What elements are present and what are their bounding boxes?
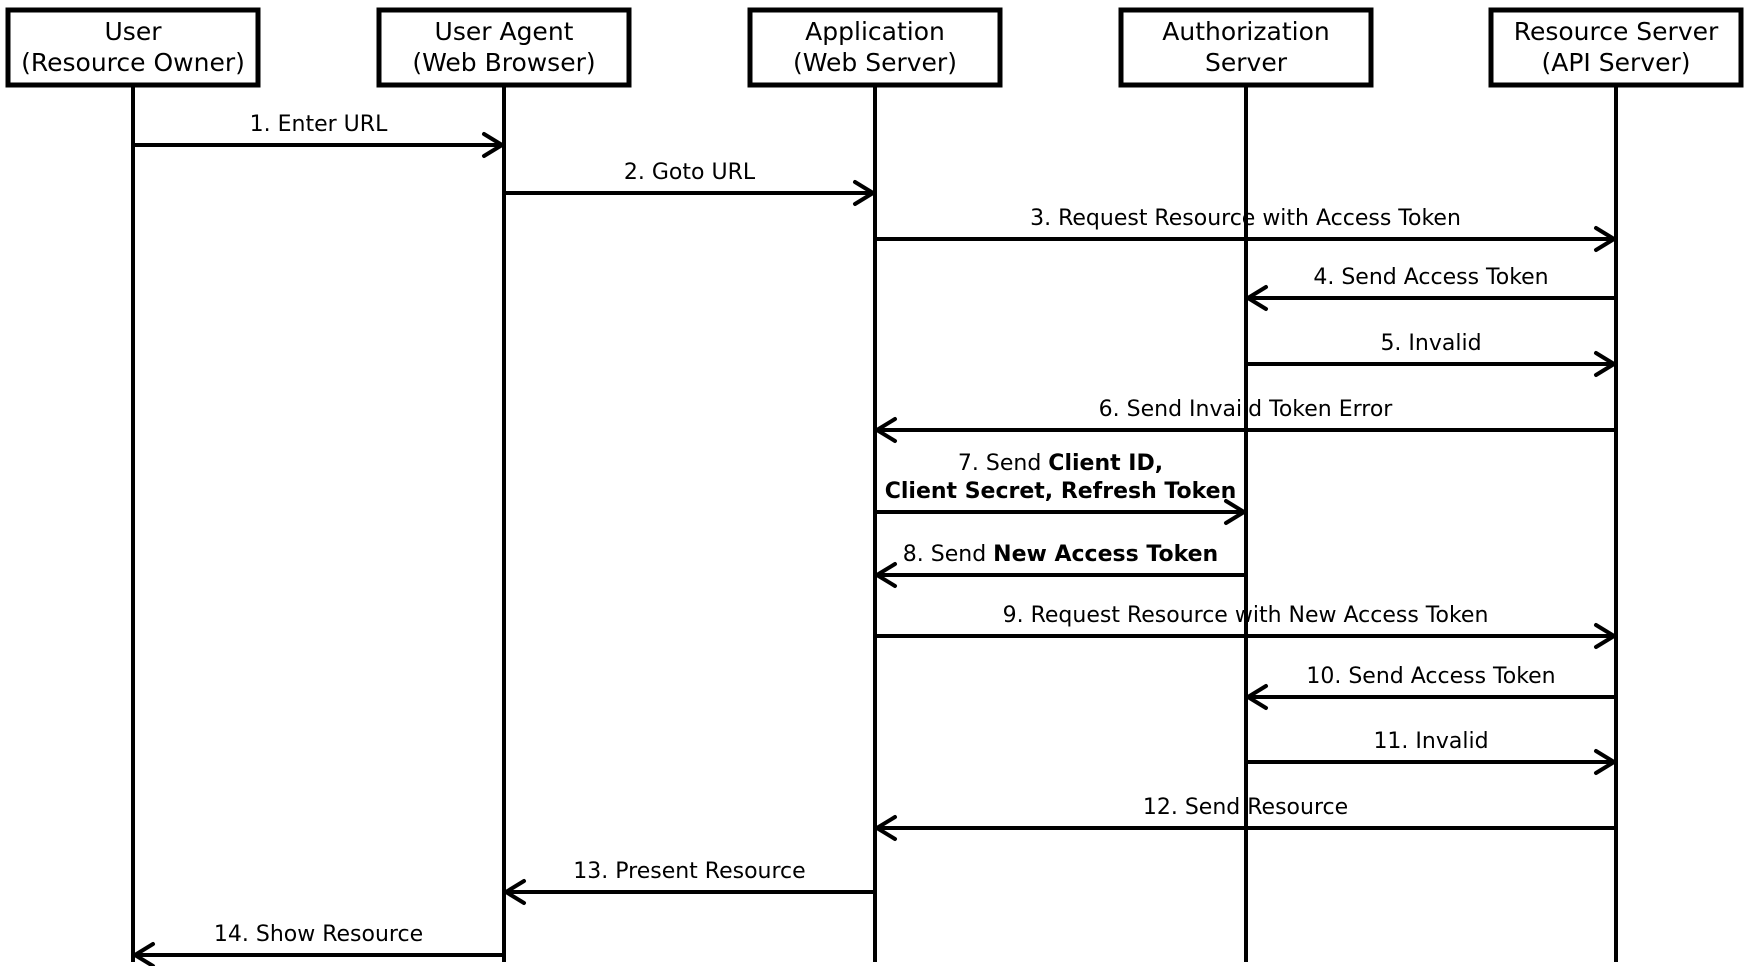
- participant-subtitle: (Web Browser): [412, 48, 595, 77]
- participant-user: User(Resource Owner): [5, 7, 261, 962]
- sequence-diagram: User(Resource Owner) User Agent(Web Brows…: [5, 7, 1744, 966]
- message-label-text: 14. Show Resource: [214, 922, 423, 947]
- participant-name: User Agent: [435, 17, 574, 46]
- message-14: 14. Show Resource: [133, 922, 504, 966]
- message-label: 2. Goto URL: [624, 160, 756, 185]
- message-4: 4. Send Access Token: [1246, 265, 1616, 311]
- message-13: 13. Present Resource: [504, 859, 875, 905]
- message-label-bold: Client Secret, Refresh Token: [885, 479, 1237, 504]
- message-label-text: 9. Request Resource with New Access Toke…: [1003, 603, 1489, 628]
- message-label: 11. Invalid: [1373, 729, 1488, 754]
- message-label: 10. Send Access Token: [1306, 664, 1555, 689]
- message-5: 5. Invalid: [1246, 331, 1616, 377]
- participant-subtitle: (API Server): [1542, 48, 1691, 77]
- participant-name: Authorization: [1162, 17, 1329, 46]
- message-label: 8. Send New Access Token: [903, 542, 1218, 567]
- message-label: 7. Send Client ID,: [958, 451, 1163, 476]
- message-label: Client Secret, Refresh Token: [885, 479, 1237, 504]
- message-2: 2. Goto URL: [504, 160, 875, 206]
- participant-subtitle: (Resource Owner): [21, 48, 245, 77]
- message-label-text: 6. Send Invaild Token Error: [1099, 397, 1394, 422]
- message-label: 3. Request Resource with Access Token: [1030, 206, 1461, 231]
- message-label: 14. Show Resource: [214, 922, 423, 947]
- message-label-text: 5. Invalid: [1380, 331, 1481, 356]
- message-label-text: 10. Send Access Token: [1306, 664, 1555, 689]
- message-label: 6. Send Invaild Token Error: [1099, 397, 1394, 422]
- message-label: 5. Invalid: [1380, 331, 1481, 356]
- message-1: 1. Enter URL: [133, 112, 504, 158]
- message-7: 7. Send Client ID, Client Secret, Refresh…: [875, 451, 1246, 525]
- message-label-text: 11. Invalid: [1373, 729, 1488, 754]
- message-10: 10. Send Access Token: [1246, 664, 1616, 710]
- participant-user-agent: User Agent(Web Browser): [376, 7, 632, 962]
- participant-name: Application: [805, 17, 945, 46]
- participant-subtitle: Server: [1205, 48, 1288, 77]
- message-label-text: 8. Send: [903, 542, 993, 567]
- message-label: 13. Present Resource: [573, 859, 805, 884]
- participant-resource-server: Resource Server(API Server): [1488, 7, 1744, 962]
- message-label: 1. Enter URL: [250, 112, 388, 137]
- message-8: 8. Send New Access Token: [875, 542, 1246, 588]
- message-label-text: 7. Send: [958, 451, 1048, 476]
- message-label-text: 12. Send Resource: [1143, 795, 1348, 820]
- message-label-text: 4. Send Access Token: [1313, 265, 1548, 290]
- participant-subtitle: (Web Server): [793, 48, 957, 77]
- message-label: 4. Send Access Token: [1313, 265, 1548, 290]
- message-label-text: 3. Request Resource with Access Token: [1030, 206, 1461, 231]
- message-11: 11. Invalid: [1246, 729, 1616, 775]
- message-label-text: 13. Present Resource: [573, 859, 805, 884]
- message-label-text: 1. Enter URL: [250, 112, 388, 137]
- message-label-bold: Client ID,: [1048, 451, 1163, 476]
- message-label: 12. Send Resource: [1143, 795, 1348, 820]
- participant-name: Resource Server: [1514, 17, 1719, 46]
- message-label-bold: New Access Token: [993, 542, 1218, 567]
- participant-name: User: [105, 17, 163, 46]
- message-label-text: 2. Goto URL: [624, 160, 756, 185]
- message-label: 9. Request Resource with New Access Toke…: [1003, 603, 1489, 628]
